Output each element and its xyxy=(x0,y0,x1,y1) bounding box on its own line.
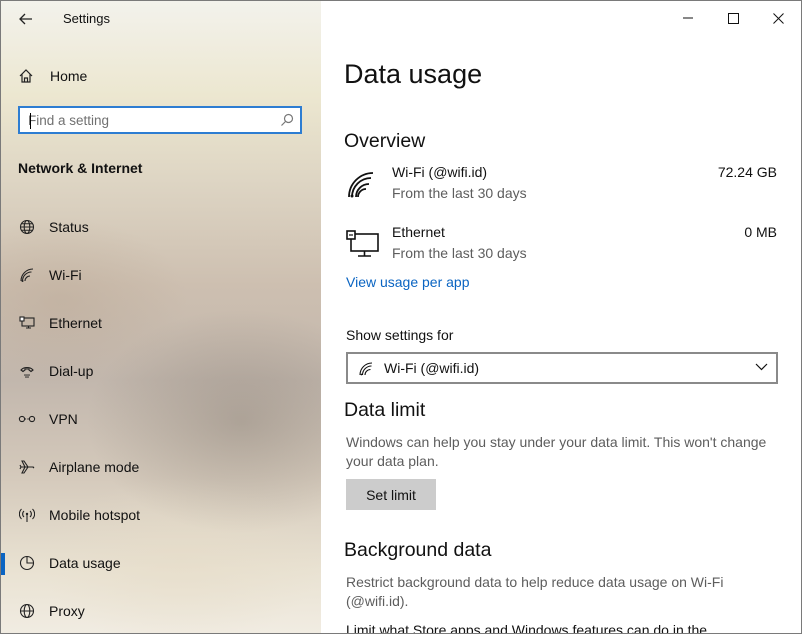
sidebar-item-dialup[interactable]: Dial-up xyxy=(1,351,321,391)
minimize-icon xyxy=(683,17,693,19)
title-bar-left: Settings xyxy=(1,1,321,37)
sidebar-item-ethernet[interactable]: Ethernet xyxy=(1,303,321,343)
ethernet-usage-row: Ethernet From the last 30 days 0 MB xyxy=(346,224,777,268)
sidebar-item-label: Ethernet xyxy=(49,315,102,331)
page-title: Data usage xyxy=(344,59,483,89)
ethernet-icon xyxy=(18,315,36,331)
network-select[interactable]: Wi-Fi (@wifi.id) xyxy=(346,352,778,384)
text-caret xyxy=(30,113,31,129)
dialup-icon xyxy=(18,363,36,379)
usage-period: From the last 30 days xyxy=(392,185,527,201)
data-limit-description: Windows can help you stay under your dat… xyxy=(346,434,767,469)
sidebar-item-label: Airplane mode xyxy=(49,459,140,475)
sidebar-item-vpn[interactable]: VPN xyxy=(1,399,321,439)
background-data-description: Restrict background data to help reduce … xyxy=(346,574,724,609)
wifi-usage-row: Wi-Fi (@wifi.id) From the last 30 days 7… xyxy=(346,164,777,208)
sidebar: Settings Home Network & Internet Status xyxy=(1,1,321,633)
data-limit-heading: Data limit xyxy=(344,399,426,421)
proxy-icon xyxy=(18,603,36,619)
settings-window: Settings Home Network & Internet Status xyxy=(0,0,802,634)
sidebar-item-label: Proxy xyxy=(49,603,85,619)
sidebar-item-label: Data usage xyxy=(49,555,121,571)
sidebar-item-data-usage[interactable]: Data usage xyxy=(1,543,321,583)
background-data-heading: Background data xyxy=(344,539,492,561)
set-limit-button[interactable]: Set limit xyxy=(346,479,436,510)
section-title: Network & Internet xyxy=(18,160,143,176)
show-settings-label: Show settings for xyxy=(346,327,454,343)
maximize-icon xyxy=(727,12,739,24)
sidebar-item-mobile-hotspot[interactable]: Mobile hotspot xyxy=(1,495,321,535)
usage-name: Ethernet xyxy=(392,224,445,240)
sidebar-item-wifi[interactable]: Wi-Fi xyxy=(1,255,321,295)
globe-icon xyxy=(18,219,36,235)
sidebar-item-label: Status xyxy=(49,219,89,235)
selection-indicator xyxy=(1,553,5,575)
usage-name: Wi-Fi (@wifi.id) xyxy=(392,164,488,180)
minimize-button[interactable] xyxy=(665,1,711,35)
sidebar-item-airplane-mode[interactable]: Airplane mode xyxy=(1,447,321,487)
overview-heading: Overview xyxy=(344,130,426,152)
usage-value: 0 MB xyxy=(744,224,777,240)
sidebar-item-label: Dial-up xyxy=(49,363,94,379)
home-nav-item[interactable]: Home xyxy=(18,64,87,88)
hotspot-icon xyxy=(18,507,36,523)
maximize-button[interactable] xyxy=(710,1,756,35)
vpn-icon xyxy=(18,411,36,427)
background-data-subtext: Limit what Store apps and Windows featur… xyxy=(346,622,708,634)
usage-value: 72.24 GB xyxy=(717,164,777,180)
view-usage-per-app-link[interactable]: View usage per app xyxy=(346,274,470,290)
main-content: Data usage Overview Wi-Fi (@wifi.id) Fro… xyxy=(321,1,801,633)
ethernet-monitor-icon xyxy=(346,230,379,257)
search-icon[interactable] xyxy=(280,113,294,127)
wifi-signal-icon xyxy=(348,172,374,198)
sidebar-item-label: Wi-Fi xyxy=(49,267,82,283)
back-arrow-icon xyxy=(19,13,32,25)
close-button[interactable] xyxy=(755,1,801,35)
data-usage-icon xyxy=(18,555,36,571)
sidebar-item-proxy[interactable]: Proxy xyxy=(1,591,321,631)
chevron-down-icon xyxy=(755,363,768,371)
sidebar-item-label: VPN xyxy=(49,411,78,427)
home-label: Home xyxy=(50,68,88,84)
sidebar-item-label: Mobile hotspot xyxy=(49,507,141,523)
search-input[interactable] xyxy=(28,111,278,129)
network-select-value: Wi-Fi (@wifi.id) xyxy=(384,360,480,376)
wifi-icon xyxy=(359,362,373,376)
close-icon xyxy=(772,12,784,24)
back-button[interactable] xyxy=(11,5,41,33)
app-title: Settings xyxy=(63,11,110,26)
wifi-icon xyxy=(18,267,36,283)
search-box[interactable] xyxy=(18,106,302,134)
home-icon xyxy=(19,69,33,83)
airplane-icon xyxy=(18,459,36,475)
usage-period: From the last 30 days xyxy=(392,245,527,261)
sidebar-item-status[interactable]: Status xyxy=(1,207,321,247)
